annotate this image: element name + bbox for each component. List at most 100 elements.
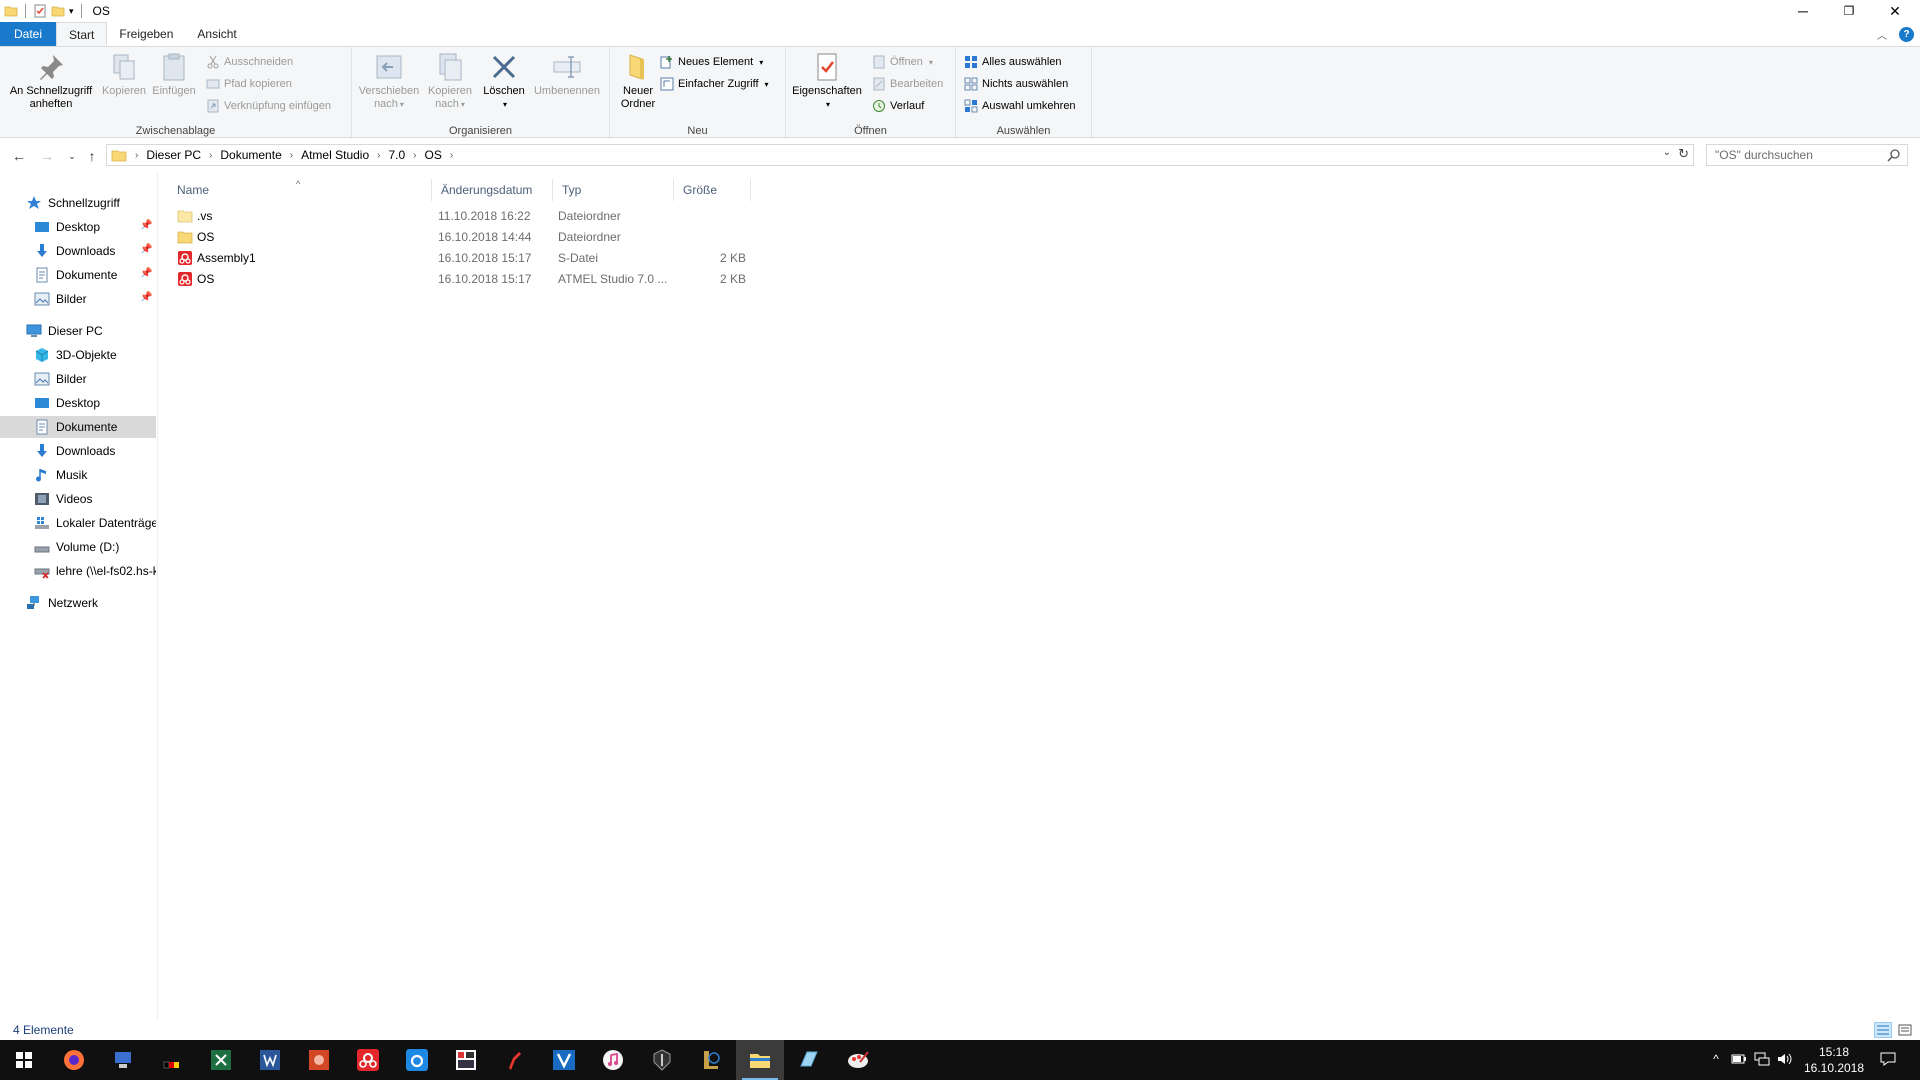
file-row[interactable]: .vs 11.10.2018 16:22 Dateiordner <box>168 205 748 226</box>
customize-toolbar-chevron-icon[interactable]: ▾ <box>69 6 74 17</box>
address-history-chevron-icon[interactable]: ⌄ <box>1663 147 1671 158</box>
clock[interactable]: 15:18 16.10.2018 <box>1796 1044 1872 1076</box>
large-icons-view-button[interactable] <box>1896 1022 1914 1038</box>
taskbar-calculator-app[interactable] <box>442 1040 490 1080</box>
close-button[interactable]: ✕ <box>1872 0 1918 22</box>
nav-network-drive[interactable]: lehre (\\el-fs02.hs-k <box>0 560 156 582</box>
maximize-button[interactable]: ❐ <box>1826 0 1872 22</box>
nav-quick-pictures[interactable]: Bilder 📌 <box>0 288 156 310</box>
paste-button[interactable]: Einfügen <box>150 51 198 98</box>
properties-button[interactable]: Eigenschaften ▾ <box>790 51 864 111</box>
nav-local-disk[interactable]: Lokaler Datenträger <box>0 512 156 534</box>
nav-quick-desktop[interactable]: Desktop 📌 <box>0 216 156 238</box>
search-icon[interactable] <box>1887 148 1901 162</box>
pin-icon[interactable]: 📌 <box>140 244 152 256</box>
nav-desktop[interactable]: Desktop <box>0 392 156 414</box>
breadcrumb-separator-icon[interactable]: › <box>135 150 138 161</box>
back-arrow-icon[interactable]: ← <box>10 147 28 165</box>
nav-downloads[interactable]: Downloads <box>0 440 156 462</box>
volume-icon[interactable] <box>1777 1051 1793 1067</box>
properties-icon[interactable] <box>33 4 47 18</box>
taskbar-flag-app[interactable] <box>148 1040 196 1080</box>
copy-button[interactable]: Kopieren <box>100 51 148 98</box>
breadcrumb-atmel-studio[interactable]: Atmel Studio <box>301 148 369 162</box>
paste-shortcut-button[interactable]: Verknüpfung einfügen <box>206 97 331 115</box>
breadcrumb-separator-icon[interactable]: › <box>290 150 293 161</box>
history-button[interactable]: Verlauf <box>872 97 924 115</box>
new-folder-button[interactable]: Neuer Ordner <box>614 51 662 111</box>
file-row[interactable]: Assembly1 16.10.2018 15:17 S-Datei 2 KB <box>168 247 748 268</box>
rename-button[interactable]: Umbenennen <box>530 51 604 98</box>
nav-quick-downloads[interactable]: Downloads 📌 <box>0 240 156 262</box>
taskbar-file-explorer[interactable] <box>736 1040 784 1080</box>
search-field[interactable]: "OS" durchsuchen <box>1706 144 1908 166</box>
taskbar-network-app[interactable] <box>99 1040 147 1080</box>
easy-access-button[interactable]: Einfacher Zugriff ▾ <box>660 75 769 93</box>
column-header-type[interactable]: Typ <box>553 179 674 201</box>
minimize-button[interactable]: ─ <box>1780 0 1826 22</box>
pin-icon[interactable]: 📌 <box>140 292 152 304</box>
breadcrumb-separator-icon[interactable]: › <box>377 150 380 161</box>
taskbar-v-app[interactable] <box>540 1040 588 1080</box>
breadcrumb-separator-icon[interactable]: › <box>209 150 212 161</box>
nav-documents[interactable]: Dokumente <box>0 416 156 438</box>
taskbar-a-app[interactable] <box>393 1040 441 1080</box>
taskbar-game-app[interactable] <box>638 1040 686 1080</box>
recent-locations-chevron-icon[interactable]: ⌄ <box>63 147 81 165</box>
taskbar-excel[interactable] <box>197 1040 245 1080</box>
taskbar-firefox[interactable] <box>50 1040 98 1080</box>
tab-file[interactable]: Datei <box>0 22 57 46</box>
nav-videos[interactable]: Videos <box>0 488 156 510</box>
tab-share[interactable]: Freigeben <box>107 22 185 46</box>
breadcrumb-os[interactable]: OS <box>425 148 442 162</box>
pin-quick-access-button[interactable]: An Schnellzugriff anheften <box>6 51 96 111</box>
select-all-button[interactable]: Alles auswählen <box>964 53 1062 71</box>
tab-view[interactable]: Ansicht <box>185 22 248 46</box>
breadcrumb-separator-icon[interactable]: › <box>413 150 416 161</box>
column-header-date[interactable]: Änderungsdatum <box>432 179 553 201</box>
open-button[interactable]: Öffnen ▾ <box>872 53 933 71</box>
nav-volume-d[interactable]: Volume (D:) <box>0 536 156 558</box>
invert-selection-button[interactable]: Auswahl umkehren <box>964 97 1076 115</box>
taskbar-paint-app[interactable] <box>834 1040 882 1080</box>
breadcrumb-dieser-pc[interactable]: Dieser PC <box>146 148 201 162</box>
collapse-ribbon-chevron-icon[interactable]: ︿ <box>1877 27 1887 42</box>
nav-pictures[interactable]: Bilder <box>0 368 156 390</box>
network-status-icon[interactable] <box>1754 1051 1770 1067</box>
taskbar-league-app[interactable] <box>687 1040 735 1080</box>
column-header-size[interactable]: Größe <box>674 179 751 201</box>
copy-path-button[interactable]: Pfad kopieren <box>206 75 292 93</box>
battery-icon[interactable] <box>1731 1051 1747 1067</box>
new-item-button[interactable]: Neues Element ▾ <box>660 53 763 71</box>
copy-to-button[interactable]: Kopieren nach ▾ <box>422 51 478 111</box>
taskbar-powerpoint[interactable] <box>295 1040 343 1080</box>
file-row[interactable]: OS 16.10.2018 15:17 ATMEL Studio 7.0 ...… <box>168 268 748 289</box>
file-row[interactable]: OS 16.10.2018 14:44 Dateiordner <box>168 226 748 247</box>
cut-button[interactable]: Ausschneiden <box>206 53 293 71</box>
delete-button[interactable]: Löschen ▾ <box>480 51 528 111</box>
up-arrow-icon[interactable]: ↑ <box>83 147 101 165</box>
action-center-icon[interactable] <box>1880 1051 1896 1067</box>
taskbar-notepad-app[interactable] <box>785 1040 833 1080</box>
breadcrumb-7-0[interactable]: 7.0 <box>388 148 405 162</box>
column-header-name[interactable]: Name ^ <box>168 179 432 201</box>
pin-icon[interactable]: 📌 <box>140 268 152 280</box>
nav-quick-access[interactable]: Schnellzugriff <box>0 192 156 214</box>
nav-music[interactable]: Musik <box>0 464 156 486</box>
taskbar-atmel-studio[interactable] <box>344 1040 392 1080</box>
nav-3d-objects[interactable]: 3D-Objekte <box>0 344 156 366</box>
new-folder-icon[interactable] <box>51 4 65 18</box>
nav-this-pc[interactable]: Dieser PC <box>0 320 156 342</box>
breadcrumb-separator-icon[interactable]: › <box>450 150 453 161</box>
edit-button[interactable]: Bearbeiten <box>872 75 943 93</box>
start-button[interactable] <box>0 1040 48 1080</box>
breadcrumb-dokumente[interactable]: Dokumente <box>220 148 281 162</box>
show-hidden-icons-chevron-icon[interactable]: ^ <box>1708 1051 1724 1067</box>
nav-quick-documents[interactable]: Dokumente 📌 <box>0 264 156 286</box>
refresh-icon[interactable]: ↻ <box>1678 146 1689 162</box>
taskbar-word[interactable] <box>246 1040 294 1080</box>
help-icon[interactable]: ? <box>1899 26 1914 42</box>
select-none-button[interactable]: Nichts auswählen <box>964 75 1068 93</box>
pin-icon[interactable]: 📌 <box>140 220 152 232</box>
move-to-button[interactable]: Verschieben nach ▾ <box>358 51 420 111</box>
